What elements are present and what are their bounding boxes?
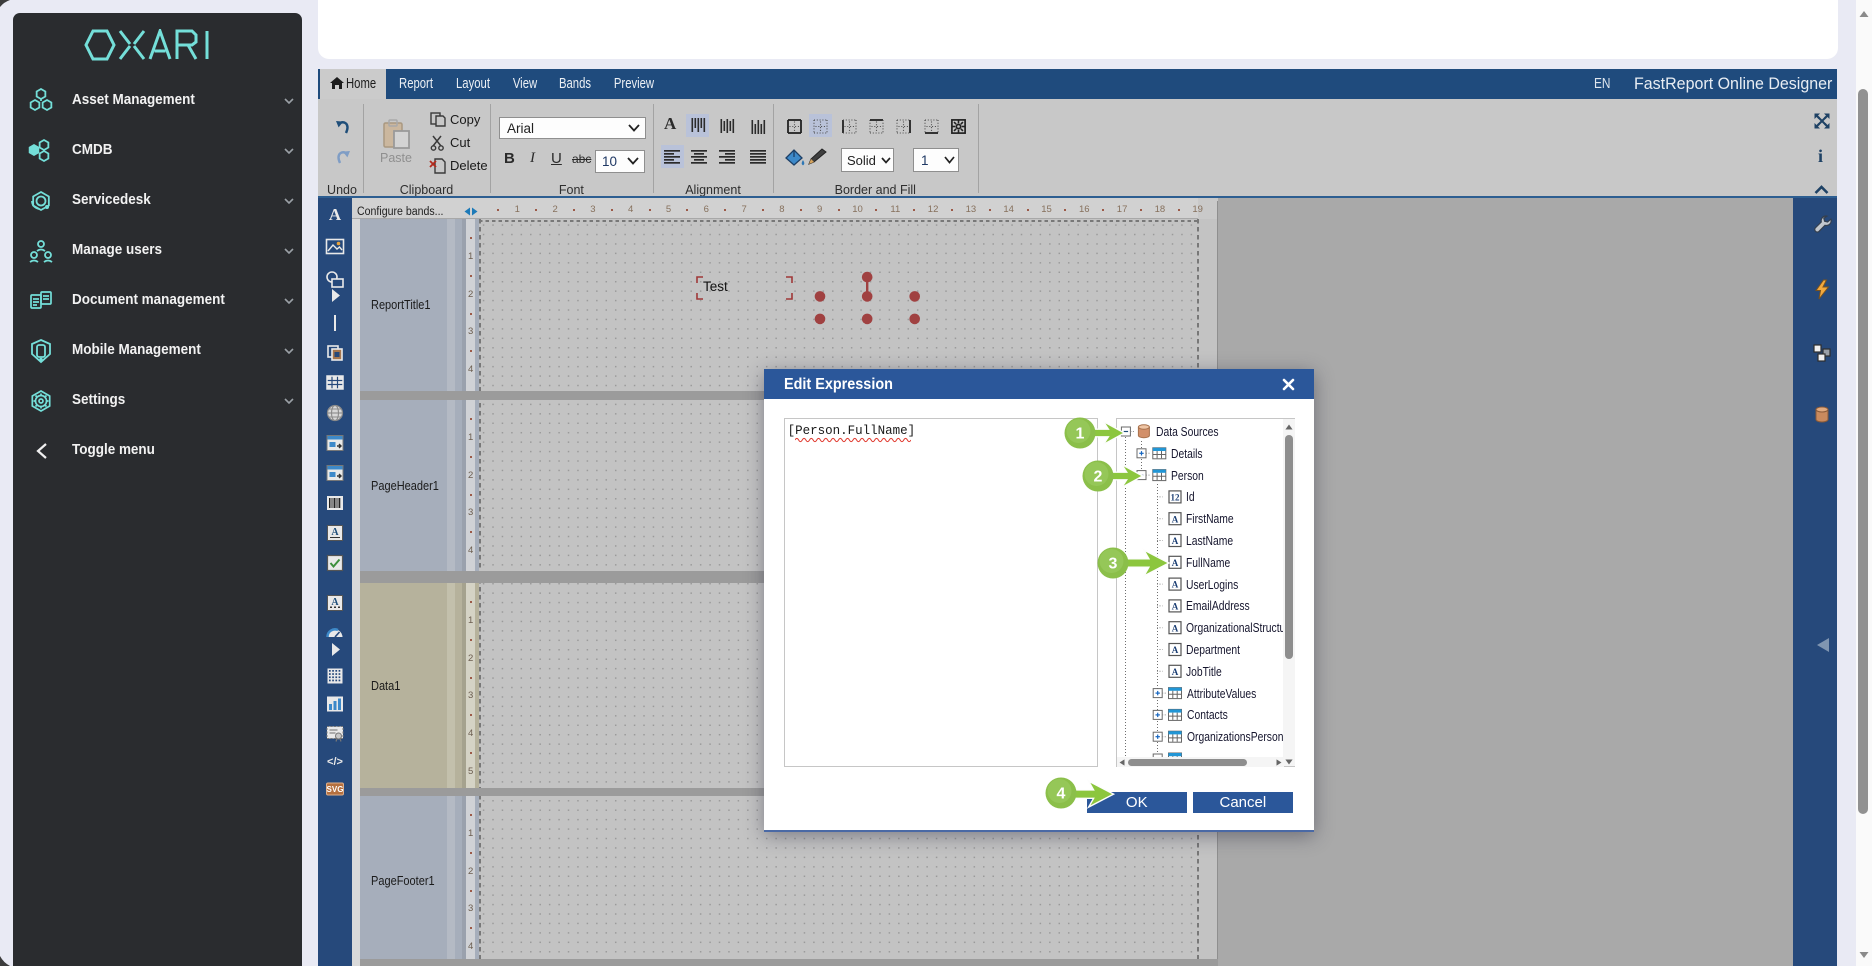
svg-text:12: 12 <box>1170 493 1180 503</box>
svg-text:A: A <box>1171 623 1178 633</box>
svg-text:2: 2 <box>1093 469 1102 486</box>
svg-text:A: A <box>1171 602 1178 612</box>
svg-text:4: 4 <box>1057 785 1066 802</box>
svg-text:3: 3 <box>1108 556 1117 573</box>
svg-text:A: A <box>331 527 339 538</box>
svg-text:</>: </> <box>327 756 343 768</box>
svg-text:A: A <box>1171 667 1178 677</box>
svg-text:1: 1 <box>1075 425 1084 442</box>
svg-text:A: A <box>1171 514 1178 524</box>
svg-text:A: A <box>1171 645 1178 655</box>
svg-text:A: A <box>331 597 339 608</box>
svg-text:A: A <box>329 205 342 224</box>
svg-text:SVG: SVG <box>327 785 344 794</box>
